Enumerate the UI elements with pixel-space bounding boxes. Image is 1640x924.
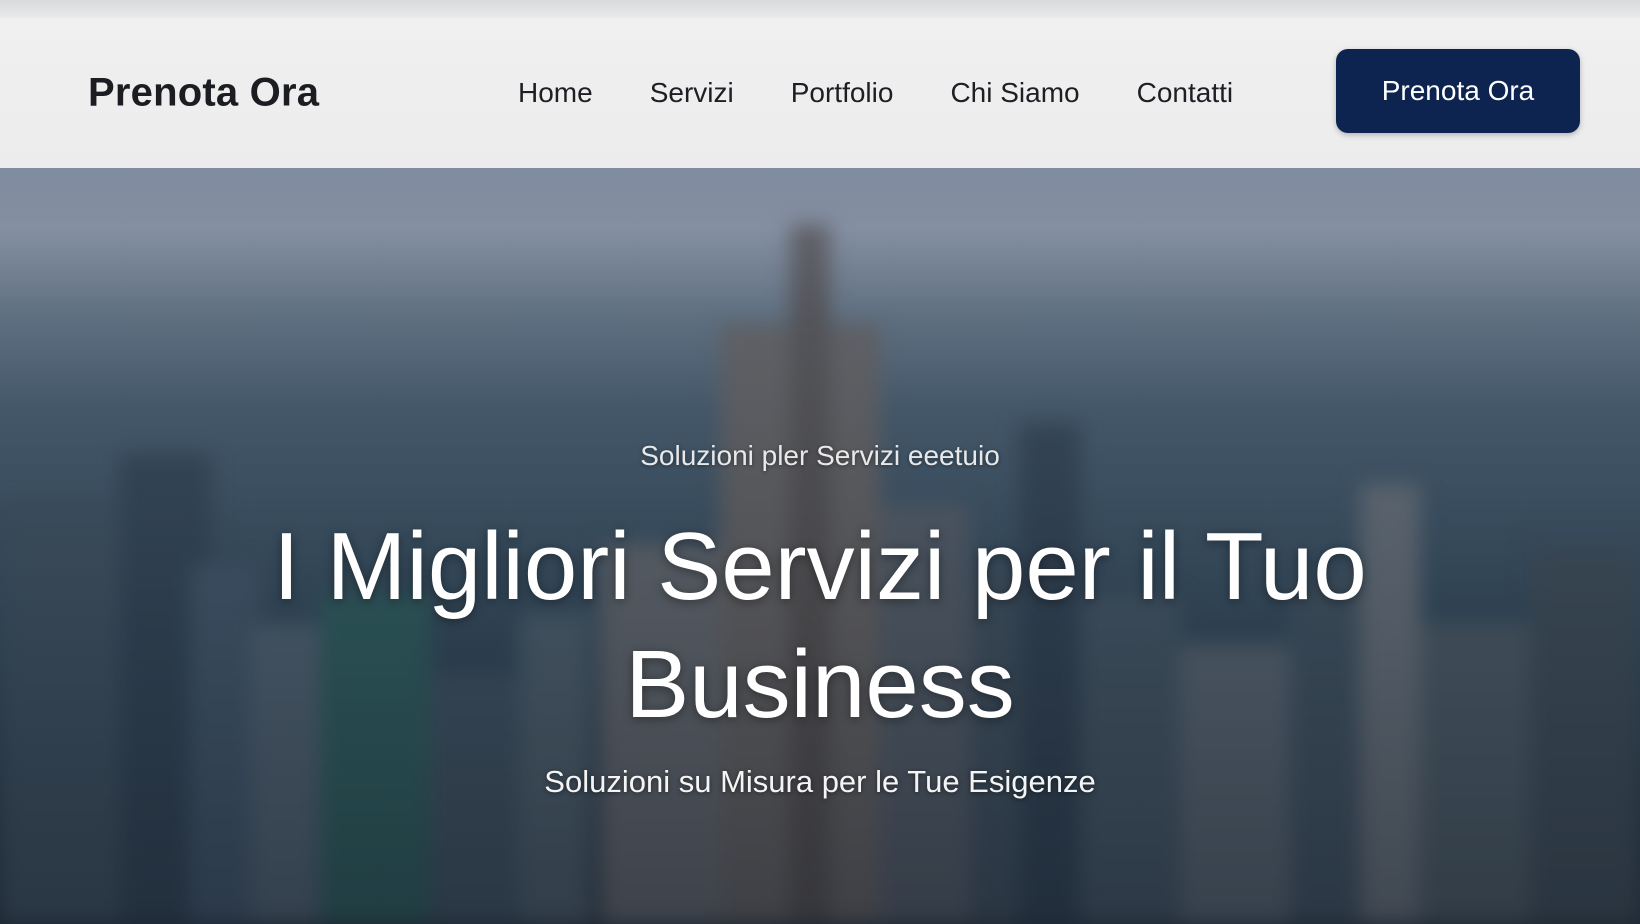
hero-headline: I Migliori Servizi per il Tuo Business xyxy=(273,513,1367,738)
hero-subheadline: Soluzioni su Misura per le Tue Esigenze xyxy=(544,764,1096,799)
nav-link-portfolio[interactable]: Portfolio xyxy=(791,77,894,109)
hero-content: Soluzioni pler Servizi eeetuio I Miglior… xyxy=(0,168,1640,924)
hero-section: Soluzioni pler Servizi eeetuio I Miglior… xyxy=(0,168,1640,924)
navbar: Prenota Ora Home Servizi Portfolio Chi S… xyxy=(0,18,1640,168)
page: Prenota Ora Home Servizi Portfolio Chi S… xyxy=(0,0,1640,924)
nav-link-chi-siamo[interactable]: Chi Siamo xyxy=(950,77,1079,109)
nav-links: Home Servizi Portfolio Chi Siamo Contatt… xyxy=(518,77,1233,109)
book-now-button[interactable]: Prenota Ora xyxy=(1336,49,1580,133)
top-strip xyxy=(0,0,1640,18)
nav-link-servizi[interactable]: Servizi xyxy=(650,77,734,109)
brand-logo[interactable]: Prenota Ora xyxy=(88,71,319,116)
hero-eyebrow: Soluzioni pler Servizi eeetuio xyxy=(640,440,1000,471)
nav-link-home[interactable]: Home xyxy=(518,77,593,109)
nav-link-contatti[interactable]: Contatti xyxy=(1137,77,1234,109)
